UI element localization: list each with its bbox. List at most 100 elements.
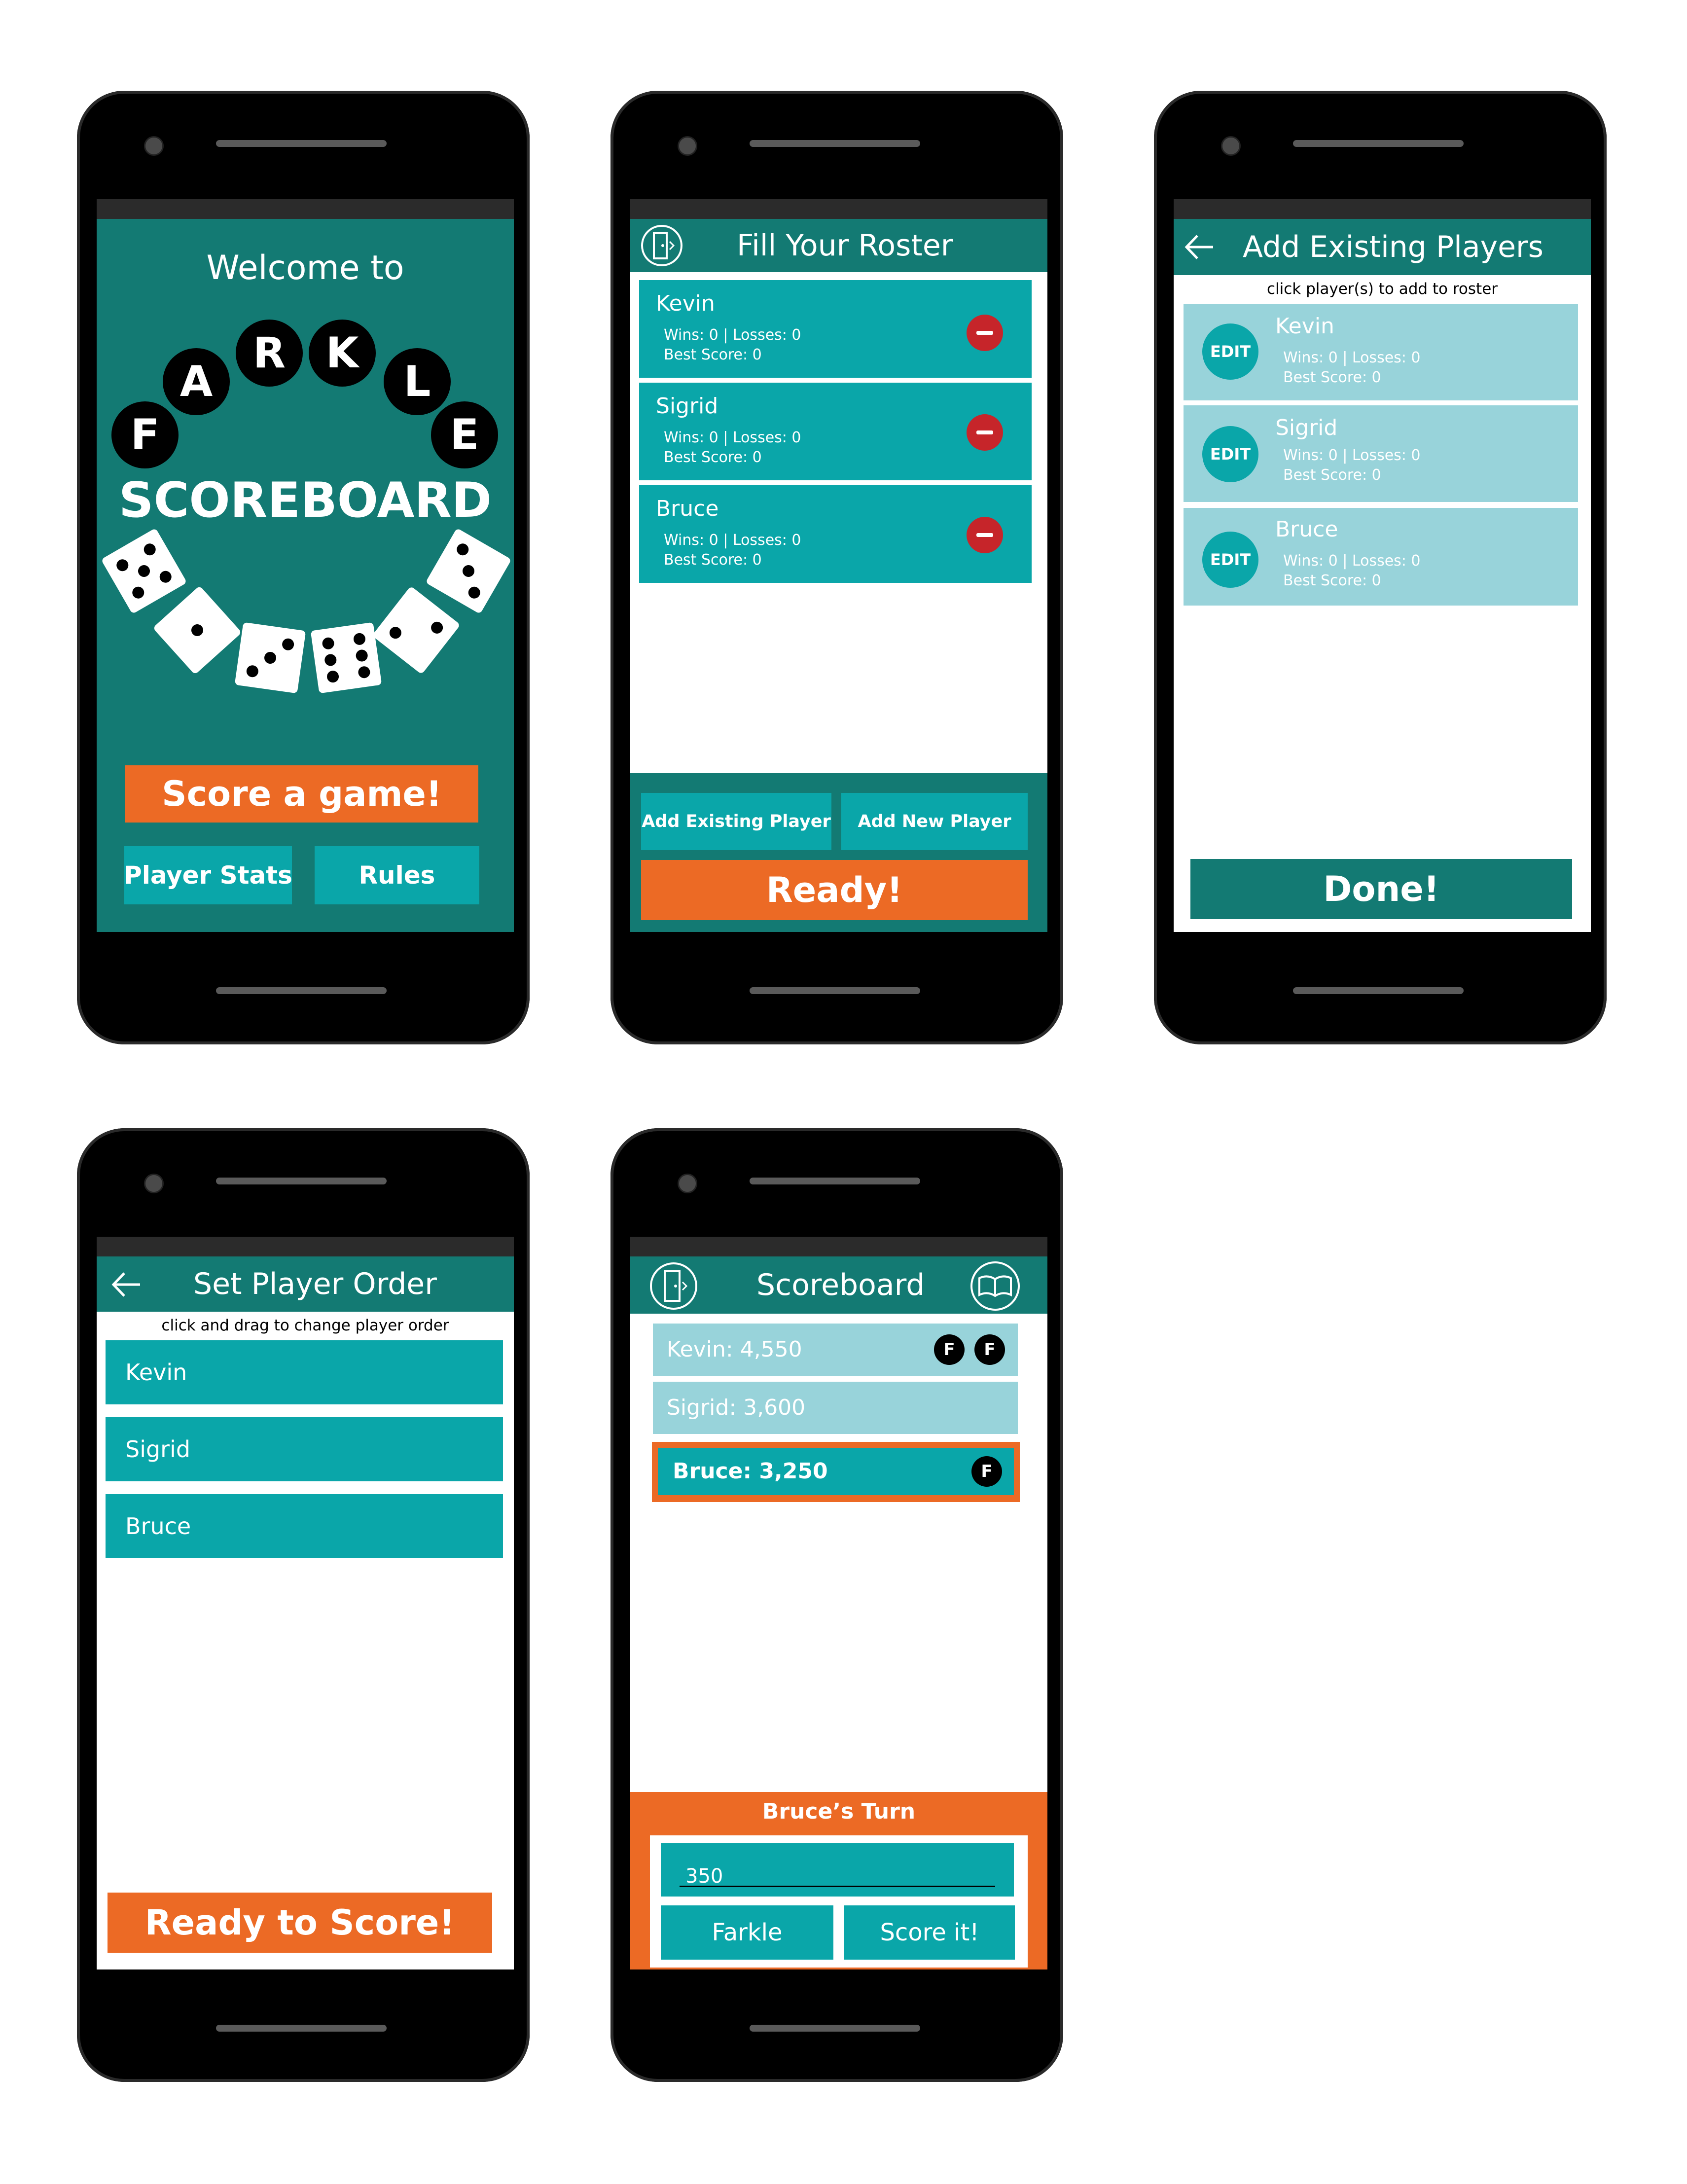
player-best-score: Best Score: 0 xyxy=(664,449,762,466)
speaker-grille xyxy=(750,1178,920,1184)
die-face-two-icon xyxy=(372,586,461,675)
existing-player-card[interactable]: EDIT Kevin Wins: 0 | Losses: 0 Best Scor… xyxy=(1184,304,1578,400)
speaker-grille xyxy=(216,140,387,147)
die-face-four-icon xyxy=(101,528,187,614)
logo-letter-f: F xyxy=(111,401,179,468)
done-button[interactable]: Done! xyxy=(1190,859,1572,919)
phone-welcome: Welcome to F A R K L E SCOREBOARD Score … xyxy=(77,91,530,1044)
logo-letter-a: A xyxy=(163,348,230,415)
score-input-field[interactable]: 350 xyxy=(661,1843,1014,1897)
player-name: Kevin xyxy=(1275,314,1334,339)
roster-player-card[interactable]: Kevin Wins: 0 | Losses: 0 Best Score: 0 xyxy=(639,280,1032,378)
player-best-score: Best Score: 0 xyxy=(664,551,762,569)
screen: Welcome to F A R K L E SCOREBOARD Score … xyxy=(97,199,514,932)
screen: Add Existing Players click player(s) to … xyxy=(1174,199,1591,932)
player-record: Wins: 0 | Losses: 0 xyxy=(1283,552,1421,570)
score-row-label: Kevin: 4,550 xyxy=(667,1337,802,1362)
existing-player-card[interactable]: EDIT Bruce Wins: 0 | Losses: 0 Best Scor… xyxy=(1184,508,1578,606)
score-row-kevin: Kevin: 4,550 F F xyxy=(653,1324,1018,1376)
exit-door-icon[interactable] xyxy=(649,1261,698,1311)
score-game-button[interactable]: Score a game! xyxy=(125,765,478,823)
roster-screen: Fill Your Roster Kevin Wins: 0 | Losses:… xyxy=(630,219,1047,932)
remove-player-icon[interactable] xyxy=(967,517,1003,553)
score-input-value: 350 xyxy=(685,1865,723,1888)
player-best-score: Best Score: 0 xyxy=(1283,369,1381,386)
draggable-player-item[interactable]: Bruce xyxy=(106,1494,503,1558)
screen: Scoreboard Kevin: 4,550 F F Sigrid: 3,60… xyxy=(630,1237,1047,1969)
home-bar xyxy=(750,2025,920,2032)
rules-book-icon[interactable] xyxy=(969,1260,1021,1312)
player-name: Sigrid xyxy=(656,394,718,419)
add-new-player-button[interactable]: Add New Player xyxy=(841,793,1028,850)
add-existing-header: Add Existing Players xyxy=(1174,219,1591,275)
roster-player-card[interactable]: Bruce Wins: 0 | Losses: 0 Best Score: 0 xyxy=(639,485,1032,583)
screen: Fill Your Roster Kevin Wins: 0 | Losses:… xyxy=(630,199,1047,932)
score-row-bruce-active: Bruce: 3,250 F xyxy=(652,1442,1020,1502)
add-existing-player-button[interactable]: Add Existing Player xyxy=(641,793,831,850)
turn-input-panel: 350 Farkle Score it! xyxy=(650,1835,1028,1968)
logo-letter-k: K xyxy=(309,320,376,387)
page-title: Set Player Order xyxy=(193,1267,437,1301)
home-bar xyxy=(216,987,387,994)
camera-icon xyxy=(144,1174,164,1193)
player-order-header: Set Player Order xyxy=(97,1256,514,1312)
page-title: Add Existing Players xyxy=(1243,230,1543,264)
edit-player-button[interactable]: EDIT xyxy=(1202,426,1258,482)
scoreboard-logo-text: SCOREBOARD xyxy=(118,472,492,529)
camera-icon xyxy=(678,136,697,156)
phone-roster: Fill Your Roster Kevin Wins: 0 | Losses:… xyxy=(610,91,1063,1044)
add-existing-screen: Add Existing Players click player(s) to … xyxy=(1174,219,1591,932)
turn-panel: Bruce’s Turn 350 Farkle Score it! xyxy=(630,1792,1047,1969)
edit-player-button[interactable]: EDIT xyxy=(1202,532,1258,588)
farkle-button[interactable]: Farkle xyxy=(661,1905,833,1960)
remove-player-icon[interactable] xyxy=(967,315,1003,351)
farkle-count-badge: F xyxy=(974,1334,1005,1365)
logo-letter-l: L xyxy=(384,348,451,415)
score-it-button[interactable]: Score it! xyxy=(844,1905,1015,1960)
phone-scoreboard: Scoreboard Kevin: 4,550 F F Sigrid: 3,60… xyxy=(610,1128,1063,2082)
existing-player-card[interactable]: EDIT Sigrid Wins: 0 | Losses: 0 Best Sco… xyxy=(1184,405,1578,502)
die-face-three-icon xyxy=(425,528,512,614)
die-face-three-icon xyxy=(234,622,306,694)
instruction-text: click and drag to change player order xyxy=(161,1317,449,1334)
active-player-row: Bruce: 3,250 F xyxy=(658,1448,1014,1495)
scoreboard-header: Scoreboard xyxy=(630,1256,1047,1314)
player-best-score: Best Score: 0 xyxy=(1283,572,1381,589)
player-name: Bruce xyxy=(1275,517,1338,542)
ready-to-score-button[interactable]: Ready to Score! xyxy=(108,1893,492,1953)
roster-header: Fill Your Roster xyxy=(630,219,1047,272)
player-best-score: Best Score: 0 xyxy=(664,346,762,363)
phone-player-order: Set Player Order click and drag to chang… xyxy=(77,1128,530,2082)
turn-label: Bruce’s Turn xyxy=(762,1799,916,1824)
farkle-count-badge: F xyxy=(934,1334,965,1365)
roster-player-card[interactable]: Sigrid Wins: 0 | Losses: 0 Best Score: 0 xyxy=(639,383,1032,480)
home-bar xyxy=(1293,987,1464,994)
page-title: Scoreboard xyxy=(756,1268,925,1302)
input-underline xyxy=(680,1886,995,1887)
roster-action-panel: Add Existing Player Add New Player Ready… xyxy=(630,773,1047,932)
draggable-player-item[interactable]: Kevin xyxy=(106,1340,503,1404)
logo-letter-e: E xyxy=(431,401,498,468)
rules-button[interactable]: Rules xyxy=(315,846,479,904)
welcome-text: Welcome to xyxy=(206,249,404,287)
player-record: Wins: 0 | Losses: 0 xyxy=(664,532,801,549)
draggable-player-item[interactable]: Sigrid xyxy=(106,1417,503,1481)
ready-button[interactable]: Ready! xyxy=(641,860,1028,920)
scoreboard-screen: Scoreboard Kevin: 4,550 F F Sigrid: 3,60… xyxy=(630,1256,1047,1969)
score-row-sigrid: Sigrid: 3,600 xyxy=(653,1382,1018,1434)
exit-door-icon[interactable] xyxy=(640,224,683,267)
edit-player-button[interactable]: EDIT xyxy=(1202,323,1258,380)
score-row-label: Sigrid: 3,600 xyxy=(667,1395,806,1420)
back-arrow-icon[interactable] xyxy=(110,1270,142,1299)
player-name: Sigrid xyxy=(1275,415,1338,440)
speaker-grille xyxy=(216,1178,387,1184)
camera-icon xyxy=(678,1174,697,1193)
die-face-one-icon xyxy=(152,585,242,675)
home-bar xyxy=(216,2025,387,2032)
remove-player-icon[interactable] xyxy=(967,414,1003,451)
phone-add-existing: Add Existing Players click player(s) to … xyxy=(1154,91,1607,1044)
camera-icon xyxy=(144,136,164,156)
logo-letter-r: R xyxy=(236,320,303,387)
player-stats-button[interactable]: Player Stats xyxy=(124,846,292,904)
back-arrow-icon[interactable] xyxy=(1184,233,1215,261)
